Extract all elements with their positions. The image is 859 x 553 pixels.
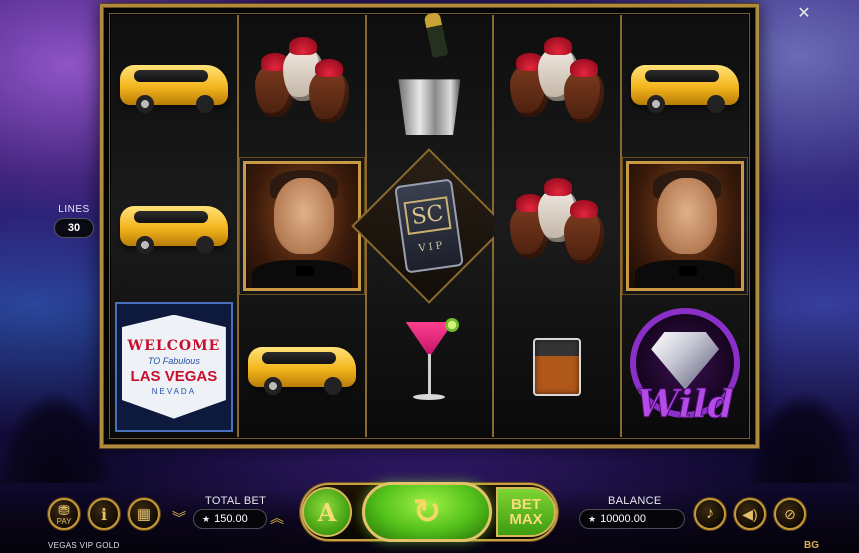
studio-logo: BG — [804, 540, 819, 551]
paytable-button[interactable]: ⛃ PAY — [48, 498, 80, 530]
turbo-button[interactable]: ⊘ — [774, 498, 806, 530]
bet-increase-chevron-icon[interactable]: ︽ — [270, 508, 284, 528]
symbol-vip-man-portrait — [622, 156, 749, 297]
spin-button[interactable]: ↻ — [362, 482, 492, 542]
limousine-icon — [247, 346, 356, 395]
symbol-chocolate-strawberries — [494, 15, 620, 156]
chocolate-strawberries-icon — [247, 37, 357, 125]
sc-vip-card-icon: SC VIP — [351, 148, 508, 304]
symbol-chocolate-strawberries — [239, 15, 365, 156]
total-bet-value-box: ★ 150.00 — [193, 509, 267, 529]
reel-frame: WELCOME TO Fabulous LAS VEGAS NEVADA SC … — [100, 4, 759, 448]
limousine-icon — [631, 65, 740, 114]
vegas-las-vegas-text: LAS VEGAS — [130, 367, 218, 385]
reel-3: SC VIP — [351, 12, 508, 437]
total-bet-label: TOTAL BET — [205, 495, 267, 507]
symbol-champagne-bucket — [367, 12, 493, 156]
cards-icon: ▦ — [136, 506, 152, 523]
symbol-sc-vip-card: SC VIP — [351, 148, 508, 304]
champagne-bucket-icon — [394, 12, 464, 136]
whisky-glass-icon — [533, 337, 582, 396]
limousine-icon — [119, 65, 228, 114]
symbol-chocolate-strawberries — [494, 156, 620, 297]
info-button[interactable]: i — [88, 498, 120, 530]
bet-decrease-chevron-icon[interactable]: ︾ — [172, 508, 186, 528]
symbol-wild-diamond: Wild — [622, 296, 748, 437]
music-note-icon: ♪ — [706, 505, 714, 522]
symbol-whisky-glass — [494, 296, 620, 437]
total-bet-value: 150.00 — [214, 513, 248, 525]
close-icon[interactable]: ✕ — [796, 6, 812, 22]
symbol-las-vegas-sign: WELCOME TO Fabulous LAS VEGAS NEVADA — [111, 296, 237, 437]
las-vegas-sign-icon: WELCOME TO Fabulous LAS VEGAS NEVADA — [114, 301, 233, 432]
chocolate-strawberries-icon — [502, 178, 612, 266]
wild-text: Wild — [636, 380, 734, 426]
bet-max-line2: MAX — [509, 511, 543, 528]
vip-man-portrait-icon — [238, 157, 365, 295]
symbol-yellow-limousine — [111, 15, 237, 156]
autoplay-icon: A — [317, 497, 337, 527]
vegas-nevada-text: NEVADA — [151, 386, 197, 396]
symbol-yellow-limousine — [239, 296, 365, 437]
cards-button[interactable]: ▦ — [128, 498, 160, 530]
lines-indicator: LINES 30 — [54, 204, 94, 238]
balance-value-box: ★ 10000.00 — [579, 509, 685, 529]
bet-max-button[interactable]: BET MAX — [496, 487, 556, 537]
speaker-icon: ◀) — [742, 505, 758, 522]
balance-label: BALANCE — [608, 495, 662, 507]
symbol-vip-man-portrait — [238, 156, 365, 297]
chocolate-strawberries-icon — [502, 37, 612, 125]
wild-diamond-icon: Wild — [625, 302, 745, 432]
reel-2 — [238, 15, 367, 437]
cocktail-icon — [399, 317, 460, 412]
music-button[interactable]: ♪ — [694, 498, 726, 530]
reels-area: WELCOME TO Fabulous LAS VEGAS NEVADA SC … — [111, 12, 749, 437]
vegas-welcome-text: WELCOME — [127, 337, 221, 354]
sc-monogram-text: SC — [403, 196, 453, 235]
lines-value: 30 — [54, 218, 94, 238]
symbol-yellow-limousine — [111, 156, 237, 297]
vip-man-portrait-icon — [622, 157, 749, 295]
turbo-icon: ⊘ — [784, 505, 796, 522]
reel-5: Wild — [622, 15, 749, 437]
game-title: VEGAS VIP GOLD — [48, 541, 120, 550]
limousine-icon — [119, 206, 228, 254]
lines-label: LINES — [58, 204, 90, 215]
balance-value: 10000.00 — [600, 513, 646, 525]
info-icon: i — [100, 504, 108, 524]
autoplay-button[interactable]: A — [302, 487, 352, 537]
symbol-pink-cocktail — [367, 296, 493, 437]
sc-vip-text: VIP — [418, 239, 447, 255]
sound-button[interactable]: ◀) — [734, 498, 766, 530]
bet-max-line1: BET — [511, 496, 541, 513]
paytable-label: PAY — [56, 516, 72, 526]
reel-1: WELCOME TO Fabulous LAS VEGAS NEVADA — [111, 15, 239, 437]
reel-4 — [494, 15, 623, 437]
star-icon: ★ — [588, 514, 597, 524]
spin-arrow-icon: ↻ — [412, 493, 442, 531]
symbol-yellow-limousine — [622, 15, 748, 156]
vegas-fabulous-text: TO Fabulous — [147, 355, 200, 366]
star-icon: ★ — [202, 514, 211, 524]
